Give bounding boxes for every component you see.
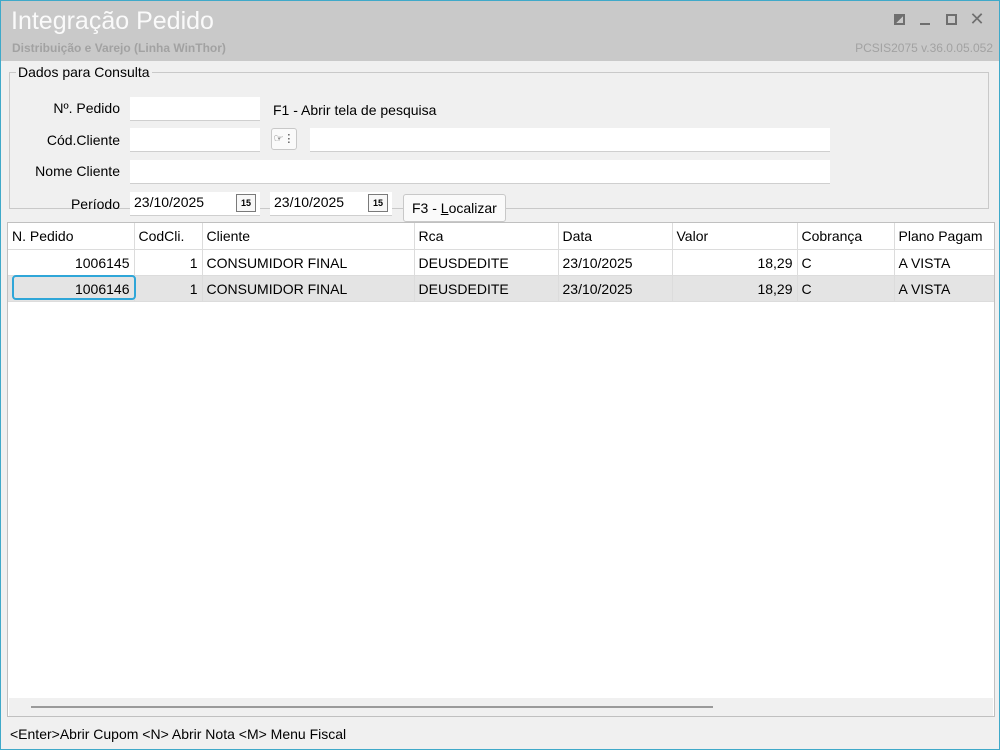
cell-data[interactable]: 23/10/2025 xyxy=(558,249,673,276)
cell-plano[interactable]: A VISTA xyxy=(894,275,994,302)
column-header[interactable]: Cliente xyxy=(202,223,415,250)
header-row: N. Pedido CodCli. Cliente Rca Data Valor… xyxy=(8,223,994,250)
results-grid[interactable]: N. Pedido CodCli. Cliente Rca Data Valor… xyxy=(7,222,995,717)
cliente-label: Cód.Cliente xyxy=(46,132,120,148)
cell-pedido[interactable]: 1006145 xyxy=(8,249,135,276)
nome-cliente-label: Nome Cliente xyxy=(35,163,120,179)
cell-plano[interactable]: A VISTA xyxy=(894,249,994,276)
calendar-icon[interactable]: 15 xyxy=(236,194,256,212)
cell-valor[interactable]: 18,29 xyxy=(672,275,798,302)
periodo-label: Período xyxy=(70,196,120,212)
cell-pedido[interactable]: 1006146 xyxy=(8,275,135,302)
window-controls: ✕ xyxy=(889,9,989,31)
maximize-icon[interactable] xyxy=(941,9,961,29)
localizar-button[interactable]: F3 - Localizar xyxy=(403,194,506,222)
cell-cliente[interactable]: CONSUMIDOR FINAL xyxy=(202,249,415,276)
column-header[interactable]: Cobrança xyxy=(797,223,895,250)
cell-cobranca[interactable]: C xyxy=(797,249,895,276)
window-title: Integração Pedido xyxy=(11,7,214,35)
minimize-icon[interactable] xyxy=(915,9,935,29)
lookup-cliente-button[interactable]: ☞⋮ xyxy=(271,128,297,150)
date-end-value: 23/10/2025 xyxy=(274,194,345,210)
title-bar: Integração Pedido Distribuição e Varejo … xyxy=(1,1,999,61)
search-group: Dados para Consulta Nº. Pedido F1 - Abri… xyxy=(9,64,989,222)
status-bar: <Enter>Abrir Cupom <N> Abrir Nota <M> Me… xyxy=(10,726,347,742)
date-start-value: 23/10/2025 xyxy=(134,194,205,210)
table-row[interactable]: 1006145 1 CONSUMIDOR FINAL DEUSDEDITE 23… xyxy=(8,249,994,276)
restore-icon[interactable] xyxy=(889,9,909,29)
cliente-desc-field xyxy=(310,128,830,152)
column-header[interactable]: Rca xyxy=(414,223,559,250)
column-header[interactable]: Valor xyxy=(672,223,798,250)
table-row-selected[interactable]: 1006146 1 CONSUMIDOR FINAL DEUSDEDITE 23… xyxy=(8,275,994,302)
cell-cobranca[interactable]: C xyxy=(797,275,895,302)
nome-cliente-input[interactable] xyxy=(130,160,830,184)
cliente-input[interactable] xyxy=(130,128,260,152)
lookup-icon: ☞⋮ xyxy=(273,133,295,145)
cell-rca[interactable]: DEUSDEDITE xyxy=(414,275,559,302)
cell-data[interactable]: 23/10/2025 xyxy=(558,275,673,302)
f1-hint: F1 - Abrir tela de pesquisa xyxy=(273,102,437,118)
pedido-label: Nº. Pedido xyxy=(53,100,120,116)
cell-rca[interactable]: DEUSDEDITE xyxy=(414,249,559,276)
cell-valor[interactable]: 18,29 xyxy=(672,249,798,276)
date-start-field[interactable]: 23/10/2025 15 xyxy=(130,192,260,216)
column-header[interactable]: Data xyxy=(558,223,673,250)
calendar-icon[interactable]: 15 xyxy=(368,194,388,212)
horizontal-scrollbar[interactable] xyxy=(9,698,993,716)
column-header[interactable]: N. Pedido xyxy=(8,223,135,250)
close-icon[interactable]: ✕ xyxy=(967,9,987,29)
scrollbar-thumb[interactable] xyxy=(31,706,713,708)
cell-codcli[interactable]: 1 xyxy=(134,249,203,276)
cell-codcli[interactable]: 1 xyxy=(134,275,203,302)
cell-cliente[interactable]: CONSUMIDOR FINAL xyxy=(202,275,415,302)
pedido-input[interactable] xyxy=(130,97,260,121)
date-end-field[interactable]: 23/10/2025 15 xyxy=(270,192,392,216)
version-label: PCSIS2075 v.36.0.05.052 xyxy=(855,41,993,55)
search-group-legend: Dados para Consulta xyxy=(18,64,150,80)
window-subtitle: Distribuição e Varejo (Linha WinThor) xyxy=(12,41,226,55)
column-header[interactable]: CodCli. xyxy=(134,223,203,250)
results-table: N. Pedido CodCli. Cliente Rca Data Valor… xyxy=(8,223,994,302)
app-window: Integração Pedido Distribuição e Varejo … xyxy=(0,0,1000,750)
column-header[interactable]: Plano Pagam xyxy=(894,223,994,250)
